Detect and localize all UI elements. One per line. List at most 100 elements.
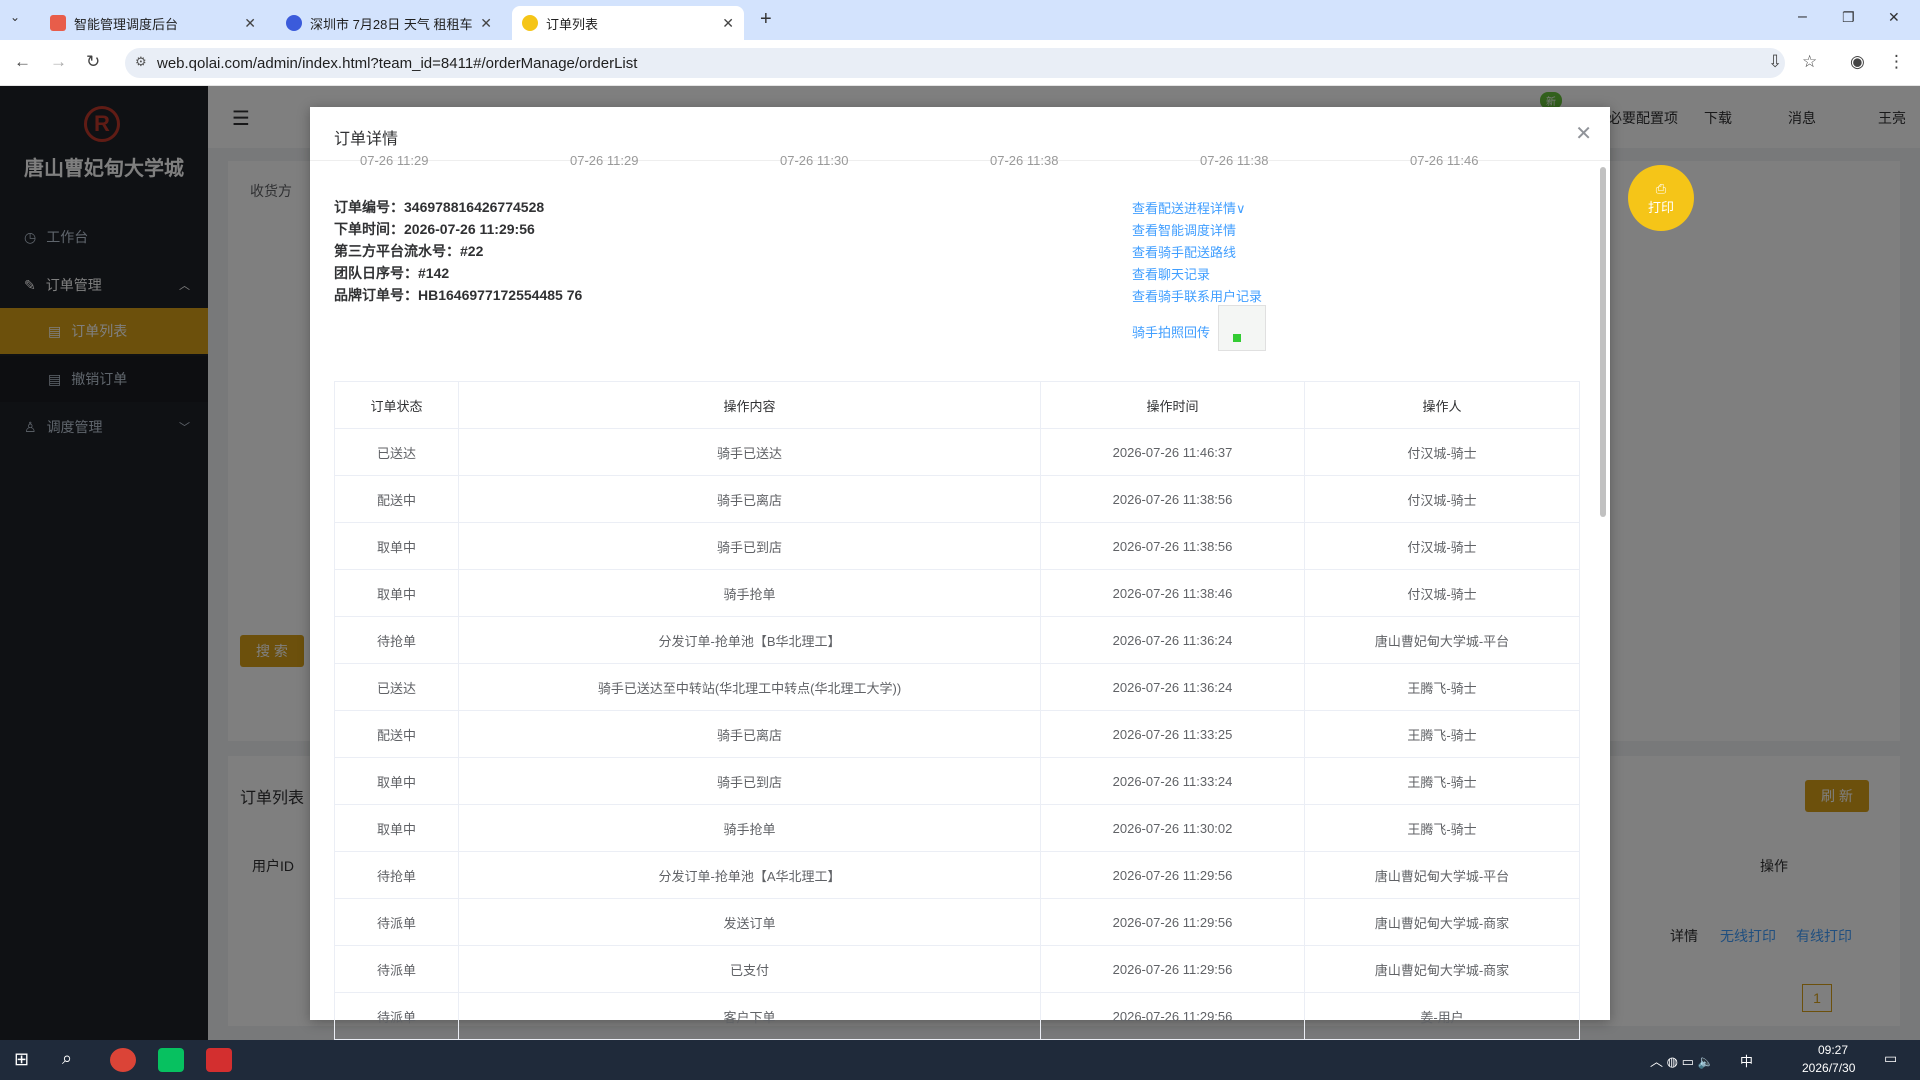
tray-icons[interactable]: ︿ ◍ ▭ 🔈 — [1650, 1051, 1714, 1070]
address-bar: ← → ↻ ⚙ web.qolai.com/admin/index.html?t… — [0, 40, 1920, 86]
action-cell: 骑手已送达 — [458, 428, 1041, 476]
back-icon[interactable]: ← — [14, 52, 31, 72]
operator-cell: 王腾飞-骑士 — [1304, 757, 1580, 805]
table-row: 取单中 骑手已到店 2026-07-26 11:38:56 付汉城-骑士 — [334, 522, 1580, 570]
action-cell: 骑手已到店 — [458, 522, 1041, 570]
rider-photo-thumbnail[interactable] — [1218, 305, 1266, 351]
action-cell: 分发订单-抢单池【A华北理工】 — [458, 851, 1041, 899]
clock-date[interactable]: 2026/7/30 — [1802, 1061, 1855, 1075]
wechat-icon[interactable] — [158, 1048, 184, 1072]
dialog-scrollbar[interactable] — [1600, 167, 1606, 517]
windows-start-icon[interactable]: ⊞ — [14, 1049, 29, 1070]
action-cell: 已支付 — [458, 945, 1041, 993]
time-cell: 2026-07-26 11:29:56 — [1040, 851, 1305, 899]
action-cell: 骑手抢单 — [458, 804, 1041, 852]
notification-icon[interactable]: ▭ — [1884, 1050, 1897, 1067]
brand-order-number: 品牌订单号：HB1646977172554485 76 — [334, 287, 583, 303]
rider-contact-link[interactable]: 查看骑手联系用户记录 — [1132, 286, 1262, 305]
print-button[interactable]: ⎙ 打印 — [1628, 165, 1694, 231]
install-icon[interactable]: ⇩ — [1768, 52, 1782, 72]
table-row: 待派单 发送订单 2026-07-26 11:29:56 唐山曹妃甸大学城-商家 — [334, 898, 1580, 946]
url-input[interactable]: ⚙ web.qolai.com/admin/index.html?team_id… — [125, 48, 1785, 78]
status-cell: 取单中 — [334, 757, 459, 805]
time-cell: 2026-07-26 11:36:24 — [1040, 616, 1305, 664]
wps-icon[interactable] — [206, 1048, 232, 1072]
operator-cell: 付汉城-骑士 — [1304, 475, 1580, 523]
reload-icon[interactable]: ↻ — [86, 52, 100, 72]
operator-cell: 唐山曹妃甸大学城-平台 — [1304, 616, 1580, 664]
profile-icon[interactable]: ◉ — [1850, 52, 1865, 72]
time-cell: 2026-07-26 11:30:02 — [1040, 804, 1305, 852]
chrome-icon[interactable] — [110, 1048, 136, 1072]
chat-record-link[interactable]: 查看聊天记录 — [1132, 264, 1210, 283]
restore-icon[interactable]: ❐ — [1842, 9, 1855, 26]
third-party-serial: 第三方平台流水号：#22 — [334, 243, 484, 259]
new-tab-button[interactable]: + — [760, 8, 772, 31]
minimize-icon[interactable]: – — [1798, 8, 1807, 26]
site-favicon-icon — [286, 15, 302, 31]
print-label: 打印 — [1647, 200, 1674, 215]
order-time: 下单时间：2026-07-26 11:29:56 — [334, 221, 535, 237]
timeline: 07-26 11:29 07-26 11:29 07-26 11:30 07-2… — [340, 153, 1490, 173]
site-favicon-icon — [50, 15, 66, 31]
status-cell: 配送中 — [334, 710, 459, 758]
tab-2[interactable]: 深圳市 7月28日 天气 租租车_百 ✕ — [276, 6, 502, 40]
site-favicon-icon — [522, 15, 538, 31]
operator-cell: 唐山曹妃甸大学城-平台 — [1304, 851, 1580, 899]
operation-log-table: 订单状态 操作内容 操作时间 操作人 已送达 骑手已送达 2026-07-26 11… — [334, 381, 1580, 1040]
time-cell: 2026-07-26 11:36:24 — [1040, 663, 1305, 711]
ime-indicator[interactable]: 中 — [1740, 1051, 1753, 1070]
time-cell: 2026-07-26 11:29:56 — [1040, 898, 1305, 946]
timeline-time: 07-26 11:38 — [1200, 153, 1269, 168]
forward-icon[interactable]: → — [50, 52, 67, 72]
time-cell: 2026-07-26 11:38:46 — [1040, 569, 1305, 617]
close-tab-icon[interactable]: ✕ — [244, 15, 256, 32]
close-icon[interactable]: ✕ — [1575, 121, 1592, 146]
table-row: 待派单 已支付 2026-07-26 11:29:56 唐山曹妃甸大学城-商家 — [334, 945, 1580, 993]
search-icon[interactable]: ⌕ — [62, 1048, 72, 1069]
rider-photo-link[interactable]: 骑手拍照回传 — [1132, 322, 1210, 341]
table-row: 配送中 骑手已离店 2026-07-26 11:33:25 王腾飞-骑士 — [334, 710, 1580, 758]
rider-route-link[interactable]: 查看骑手配送路线 — [1132, 242, 1236, 261]
tab-title: 智能管理调度后台 — [74, 16, 179, 32]
close-tab-icon[interactable]: ✕ — [480, 15, 492, 32]
printer-icon: ⎙ — [1655, 181, 1667, 196]
table-row: 取单中 骑手抢单 2026-07-26 11:38:46 付汉城-骑士 — [334, 569, 1580, 617]
photo-marker — [1233, 334, 1241, 342]
dialog-title: 订单详情 — [334, 131, 399, 148]
team-daily-number: 团队日序号：#142 — [334, 265, 450, 281]
status-cell: 待派单 — [334, 945, 459, 993]
tab-3-active[interactable]: 订单列表 ✕ — [512, 6, 744, 40]
time-cell: 2026-07-26 11:33:25 — [1040, 710, 1305, 758]
timeline-time: 07-26 11:38 — [990, 153, 1059, 168]
dispatch-detail-link[interactable]: 查看智能调度详情 — [1132, 220, 1236, 239]
action-cell: 骑手已到店 — [458, 757, 1041, 805]
status-cell: 取单中 — [334, 569, 459, 617]
action-cell: 客户下单 — [458, 992, 1041, 1040]
table-row: 取单中 骑手抢单 2026-07-26 11:30:02 王腾飞-骑士 — [334, 804, 1580, 852]
close-window-icon[interactable]: ✕ — [1888, 9, 1900, 26]
bookmark-star-icon[interactable]: ☆ — [1802, 52, 1817, 72]
menu-dots-icon[interactable]: ⋮ — [1888, 52, 1905, 72]
table-row: 待抢单 分发订单-抢单池【A华北理工】 2026-07-26 11:29:56 唐山曹… — [334, 851, 1580, 899]
time-cell: 2026-07-26 11:38:56 — [1040, 522, 1305, 570]
tab-title: 订单列表 — [546, 16, 599, 32]
time-cell: 2026-07-26 11:29:56 — [1040, 945, 1305, 993]
close-tab-icon[interactable]: ✕ — [722, 15, 734, 32]
timeline-time: 07-26 11:29 — [570, 153, 639, 168]
operator-cell: 唐山曹妃甸大学城-商家 — [1304, 898, 1580, 946]
table-header-row: 订单状态 操作内容 操作时间 操作人 — [334, 381, 1580, 429]
operator-cell: 王腾飞-骑士 — [1304, 804, 1580, 852]
table-row: 待派单 客户下单 2026-07-26 11:29:56 姜-用户 — [334, 992, 1580, 1040]
clock-time[interactable]: 09:27 — [1818, 1043, 1848, 1057]
delivery-progress-link[interactable]: 查看配送进程详情∨ — [1132, 198, 1246, 217]
status-cell: 取单中 — [334, 522, 459, 570]
site-info-icon[interactable]: ⚙ — [135, 54, 147, 70]
tab-list-icon[interactable]: ⌄ — [10, 10, 20, 24]
table-row: 待抢单 分发订单-抢单池【B华北理工】 2026-07-26 11:36:24 唐山曹… — [334, 616, 1580, 664]
tab-1[interactable]: 智能管理调度后台 ✕ — [40, 6, 266, 40]
operator-cell: 唐山曹妃甸大学城-商家 — [1304, 945, 1580, 993]
tab-title: 深圳市 7月28日 天气 租租车_百 — [310, 16, 473, 32]
operator-cell: 付汉城-骑士 — [1304, 428, 1580, 476]
action-cell: 分发订单-抢单池【B华北理工】 — [458, 616, 1041, 664]
